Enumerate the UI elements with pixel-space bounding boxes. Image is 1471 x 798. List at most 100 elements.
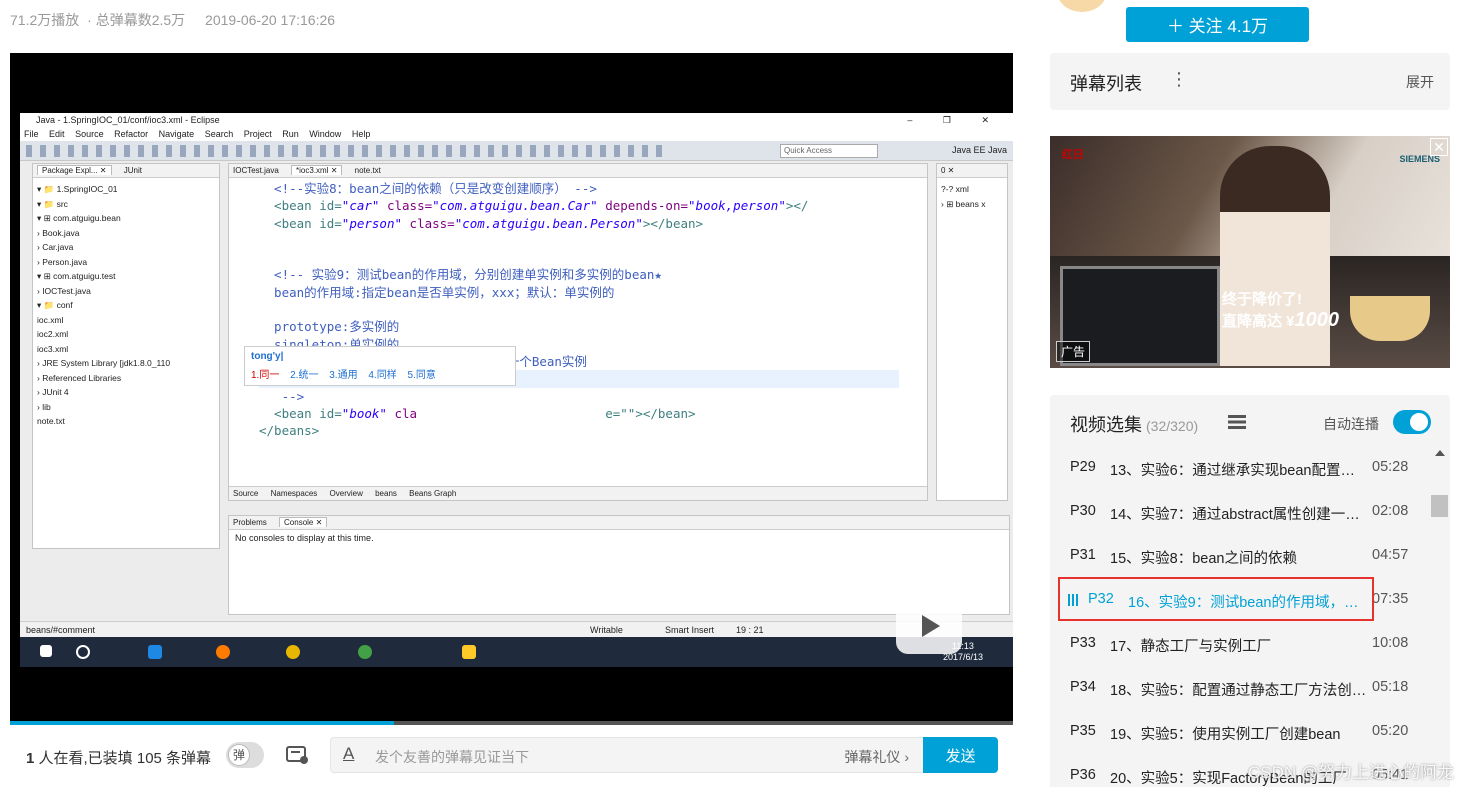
- autoplay-label: 自动连播: [1323, 416, 1379, 432]
- outline-tabs: 0 ✕: [937, 164, 1007, 178]
- code-line: <!-- 实验9：测试bean的作用域，分别创建单实例和多实例的bean★: [259, 267, 662, 283]
- ad-slogan: 终于降价了!: [1222, 291, 1302, 308]
- code-area: <!--实验8：bean之间的依赖（只是改变创建顺序） --> <bean id…: [229, 178, 927, 439]
- menu-edit: Edit: [49, 129, 65, 139]
- viewer-count: 1 人在看,已装填 105 条弹幕: [26, 750, 212, 767]
- video-progress-bar[interactable]: [10, 721, 1013, 725]
- eclipse-toolbar: Quick Access Java EE Java: [20, 141, 1013, 161]
- code-line: </beans>: [259, 423, 320, 439]
- menu-refactor: Refactor: [114, 129, 149, 139]
- tree-item: ▾ ⊞ com.atguigu.bean: [37, 213, 121, 223]
- episode-number: P30: [1070, 503, 1096, 519]
- code-line: <bean id="car" class="com.atguigu.bean.C…: [259, 198, 809, 214]
- danmaku-placeholder: 发个友善的弹幕见证当下: [375, 749, 529, 765]
- episode-item[interactable]: P29 13、实验6：通过继承实现bean配置信息的重用05:28: [1050, 446, 1425, 490]
- publish-date: 2019-06-20 17:16:26: [205, 12, 336, 28]
- scroll-up-icon[interactable]: [1435, 450, 1445, 456]
- scroll-thumb[interactable]: [1431, 495, 1448, 517]
- follow-button[interactable]: ＋ 关注 4.1万: [1126, 7, 1309, 42]
- more-icon[interactable]: ⋮: [1170, 69, 1188, 90]
- tree-item: › Book.java: [37, 227, 80, 238]
- ime-candidate: 3.通用: [329, 370, 358, 381]
- episode-item[interactable]: P33 17、静态工厂与实例工厂 10:08: [1050, 622, 1425, 666]
- menu-window: Window: [309, 129, 342, 139]
- episode-name: 19、实验5：使用实例工厂创建bean: [1110, 727, 1341, 743]
- current-episode-highlight: [1058, 577, 1374, 621]
- ime-candidate-popup: tong'y| 1.同一 2.统一 3.通用 4.同样 5.同意: [244, 346, 516, 386]
- danmaku-etiquette-link[interactable]: 弹幕礼仪 ›: [844, 747, 909, 767]
- perspective-switcher: Java EE Java: [951, 145, 1007, 155]
- danmaku-list-panel[interactable]: 弹幕列表 ⋮ 展开: [1050, 53, 1450, 110]
- tree-item: ▾ 📁 1.SpringIOC_01: [37, 184, 118, 194]
- tab-problems: Problems: [233, 518, 267, 527]
- uploader-avatar[interactable]: [1057, 0, 1107, 12]
- explorer-tabs: Package Expl... ✕ JUnit: [33, 164, 219, 178]
- console-pane: Problems Console ✕ No consoles to displa…: [228, 515, 1010, 615]
- status-path: beans/#comment: [26, 625, 96, 635]
- ime-pinyin: tong'y|: [251, 351, 284, 362]
- danmaku-input[interactable]: A 发个友善的弹幕见证当下 弹幕礼仪 ›: [330, 737, 924, 773]
- episode-number: P34: [1070, 679, 1096, 695]
- episode-item[interactable]: P34 18、实验5：配置通过静态工厂方法创建的bean05:18: [1050, 666, 1425, 710]
- eclipse-title: Java - 1.SpringIOC_01/conf/ioc3.xml - Ec…: [36, 115, 220, 125]
- play-count: 71.2万播放: [10, 12, 80, 28]
- code-line: -->: [259, 388, 305, 404]
- tab-junit: JUnit: [123, 166, 142, 175]
- episode-item[interactable]: P31 15、实验8：bean之间的依赖 04:57: [1050, 534, 1425, 578]
- menu-run: Run: [282, 129, 299, 139]
- editor-bottom-tabs: Source Namespaces Overview beans Beans G…: [229, 486, 927, 500]
- tab-beans-graph: Beans Graph: [409, 489, 457, 498]
- toolbar-icons: [26, 145, 666, 157]
- tab-overview: Overview: [329, 489, 363, 498]
- close-icon[interactable]: ✕: [1430, 138, 1448, 156]
- ad-banner[interactable]: 红日 SIEMENS 终于降价了! 直降高达 ¥1000 广告 ✕: [1050, 136, 1450, 368]
- ad-tag: 广告: [1056, 341, 1091, 362]
- code-line: <!--实验8：bean之间的依赖（只是改变创建顺序） -->: [259, 181, 597, 196]
- outline-item: › ⊞ beans x: [941, 198, 986, 209]
- menu-project: Project: [243, 129, 272, 139]
- list-view-icon[interactable]: [1228, 415, 1246, 429]
- episode-duration: 02:08: [1372, 503, 1409, 519]
- menu-navigate: Navigate: [158, 129, 195, 139]
- tab-source: Source: [233, 489, 259, 498]
- tree-item: ioc.xml: [37, 314, 64, 325]
- danmaku-toggle[interactable]: 弹: [226, 742, 264, 768]
- menu-help: Help: [351, 129, 371, 139]
- send-danmaku-button[interactable]: 发送: [923, 737, 998, 773]
- editor-tabs: IOCTest.java *ioc3.xml ✕ note.txt: [229, 164, 927, 178]
- package-explorer: Package Expl... ✕ JUnit ▾ 📁 1.SpringIOC_…: [32, 163, 220, 549]
- quick-access-field: Quick Access: [780, 144, 878, 158]
- tab-ioc3: *ioc3.xml ✕: [291, 165, 343, 175]
- play-icon[interactable]: [896, 598, 962, 654]
- tree-item: ▾ 📁 src: [37, 198, 68, 209]
- episode-duration: 04:57: [1372, 547, 1409, 563]
- tree-item: › Person.java: [37, 256, 88, 267]
- expand-button[interactable]: 展开: [1406, 72, 1434, 92]
- font-style-icon[interactable]: A: [343, 744, 354, 764]
- episode-name: 14、实验7：通过abstract属性创建一个模板bean: [1110, 507, 1368, 523]
- danmaku-settings-icon[interactable]: [286, 745, 310, 765]
- episode-duration: 07:35: [1372, 591, 1409, 607]
- eclipse-statusbar: beans/#comment Writable Smart Insert 19 …: [20, 621, 1013, 637]
- status-cursor-position: 19 : 21: [736, 625, 764, 635]
- episode-item[interactable]: P35 19、实验5：使用实例工厂创建bean 05:20: [1050, 710, 1425, 754]
- tree-item: › IOCTest.java: [37, 285, 91, 296]
- episode-number: P33: [1070, 635, 1096, 651]
- project-tree: ▾ 📁 1.SpringIOC_01 ▾ 📁 src ▾ ⊞ com.atgui…: [33, 178, 219, 429]
- episode-name: 18、实验5：配置通过静态工厂方法创建的bean: [1110, 683, 1368, 699]
- danmaku-bar: 1 人在看,已装填 105 条弹幕 弹 A 发个友善的弹幕见证当下 弹幕礼仪 ›…: [10, 727, 1013, 785]
- autoplay-switch[interactable]: [1393, 410, 1431, 434]
- status-writable: Writable: [590, 625, 623, 635]
- episode-duration: 05:18: [1372, 679, 1409, 695]
- console-tabs: Problems Console ✕: [229, 516, 1009, 530]
- episode-item[interactable]: P30 14、实验7：通过abstract属性创建一个模板bean02:08: [1050, 490, 1425, 534]
- episode-scrollbar[interactable]: [1430, 445, 1450, 787]
- ime-candidates: 1.同一 2.统一 3.通用 4.同样 5.同意: [245, 366, 515, 381]
- windows-start-icon: [40, 645, 52, 657]
- tree-item: ioc2.xml: [37, 329, 69, 339]
- tree-item: › JRE System Library [jdk1.8.0_110: [37, 358, 171, 368]
- episode-duration: 10:08: [1372, 635, 1409, 651]
- code-line: <bean id="person" class="com.atguigu.bea…: [259, 215, 704, 231]
- ad-brand-left: 红日: [1062, 149, 1084, 161]
- video-player[interactable]: Java - 1.SpringIOC_01/conf/ioc3.xml - Ec…: [10, 53, 1013, 723]
